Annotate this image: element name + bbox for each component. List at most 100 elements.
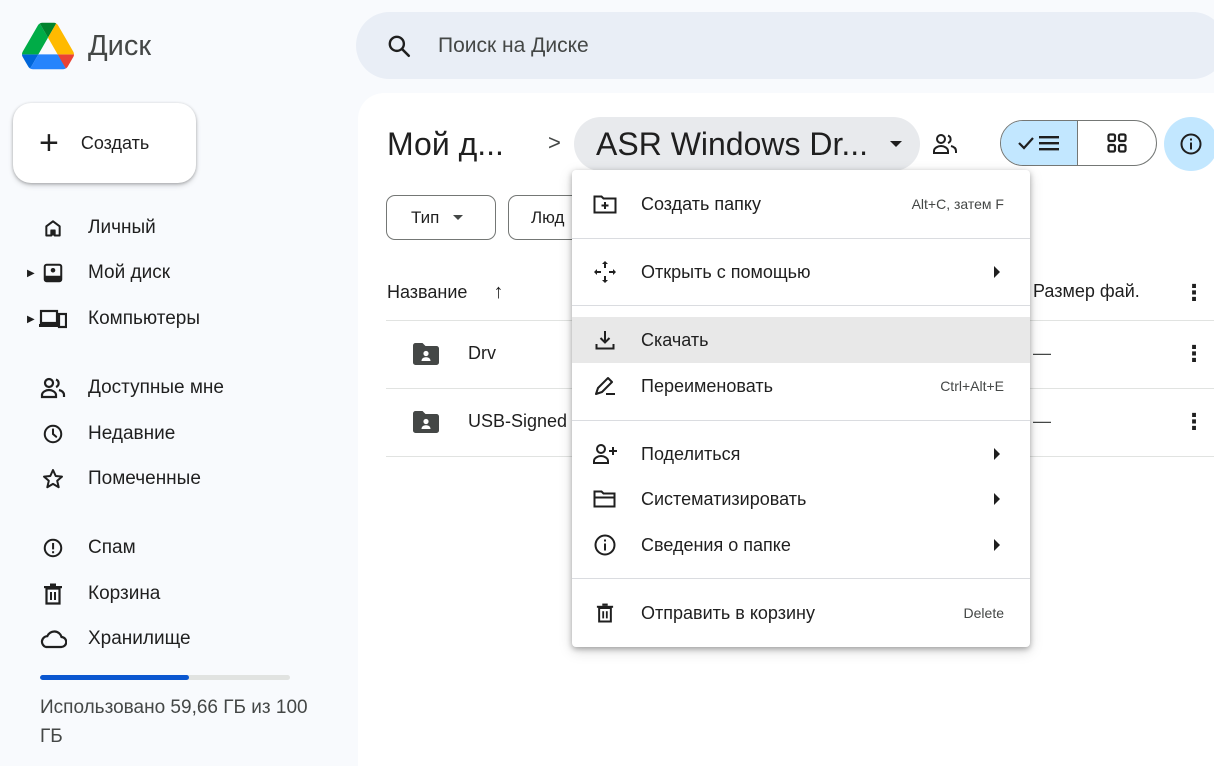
menu-divider (572, 578, 1030, 579)
current-folder-name: ASR Windows Dr... (596, 125, 869, 162)
sort-arrow-up-icon[interactable]: ↑ (493, 281, 503, 304)
menu-item-shortcut: Delete (963, 605, 1004, 621)
sidebar-item-personal[interactable]: Личный (0, 208, 350, 248)
dropdown-arrow-icon (453, 215, 464, 220)
create-button[interactable]: + Создать (13, 103, 196, 183)
filter-type-label: Тип (411, 207, 440, 227)
grid-view-button[interactable] (1078, 121, 1156, 165)
star-icon (39, 465, 67, 493)
sidebar-item-label: Мой диск (88, 262, 171, 283)
menu-item-organize[interactable]: Систематизировать (572, 476, 1030, 522)
search-icon[interactable] (386, 33, 412, 59)
sidebar-item-computers[interactable]: ▶ Компьютеры (0, 299, 350, 339)
row-more-icon[interactable]: ⋮ (1183, 341, 1205, 367)
shared-folder-file-icon (413, 411, 439, 433)
cloud-icon (39, 625, 67, 653)
file-size: — (1033, 411, 1051, 431)
sidebar-item-label: Недавние (88, 423, 176, 444)
spam-icon (39, 534, 67, 562)
brand-name: Диск (88, 29, 152, 62)
menu-item-shortcut: Alt+C, затем F (911, 196, 1004, 212)
file-name: USB-Signed (468, 411, 568, 431)
column-header-name-label: Название (387, 282, 468, 302)
menu-item-shortcut: Ctrl+Alt+E (940, 378, 1004, 394)
sidebar-item-label: Корзина (88, 583, 161, 604)
file-name: Drv (468, 343, 496, 363)
trash-icon (39, 580, 67, 608)
breadcrumb-separator: > (548, 130, 561, 155)
sidebar-item-storage[interactable]: Хранилище (0, 619, 350, 659)
details-button[interactable] (1164, 117, 1214, 171)
shared-folder-icon[interactable] (932, 132, 958, 156)
menu-item-label: Скачать (641, 329, 709, 350)
column-header-name[interactable]: Название ↑ (387, 281, 503, 304)
storage-bar-fill (40, 675, 190, 680)
sidebar-item-starred[interactable]: Помеченные (0, 459, 350, 499)
grid-icon (1107, 133, 1127, 153)
view-toggle (1000, 120, 1157, 166)
menu-divider (572, 238, 1030, 239)
create-button-label: Создать (80, 132, 150, 153)
organize-folder-icon (592, 486, 618, 512)
drive-logo[interactable]: Диск (22, 22, 151, 70)
shared-folder-file-icon (413, 343, 439, 365)
plus-icon: + (39, 124, 59, 162)
sidebar-item-shared[interactable]: Доступные мне (0, 368, 350, 408)
rename-icon (592, 373, 618, 399)
sidebar-item-trash[interactable]: Корзина (0, 574, 350, 614)
submenu-arrow-icon (994, 448, 1000, 460)
sidebar-item-label: Личный (88, 217, 156, 238)
list-view-button[interactable] (1001, 121, 1079, 165)
expand-caret-icon[interactable]: ▶ (27, 268, 35, 279)
menu-item-label: Сведения о папке (641, 534, 791, 555)
sidebar-item-recent[interactable]: Недавние (0, 414, 350, 454)
download-icon (592, 327, 618, 353)
column-more-icon[interactable]: ⋮ (1183, 280, 1205, 306)
sidebar-item-label: Доступные мне (88, 377, 224, 398)
share-person-icon (592, 441, 618, 467)
menu-item-share[interactable]: Поделиться (572, 431, 1030, 477)
sidebar-item-my-drive[interactable]: ▶ Мой диск (0, 253, 350, 293)
storage-bar (40, 675, 290, 680)
menu-item-move-to-trash[interactable]: Отправить в корзину Delete (572, 590, 1030, 636)
search-bar[interactable]: Поиск на Диске (356, 12, 1214, 79)
search-input[interactable]: Поиск на Диске (438, 34, 589, 58)
storage-usage-text: Использовано 59,66 ГБ из 100 ГБ (40, 697, 308, 747)
dropdown-arrow-icon (890, 141, 903, 147)
my-drive-icon (39, 259, 67, 287)
info-icon (592, 532, 618, 558)
drive-logo-icon (22, 22, 74, 70)
expand-caret-icon[interactable]: ▶ (27, 314, 35, 325)
submenu-arrow-icon (994, 539, 1000, 551)
row-more-icon[interactable]: ⋮ (1183, 409, 1205, 435)
sidebar-item-label: Помеченные (88, 468, 201, 489)
menu-item-label: Создать папку (641, 193, 761, 214)
menu-divider (572, 420, 1030, 421)
menu-item-rename[interactable]: Переименовать Ctrl+Alt+E (572, 363, 1030, 409)
menu-item-folder-info[interactable]: Сведения о папке (572, 522, 1030, 568)
new-folder-icon (592, 191, 618, 217)
sidebar-item-spam[interactable]: Спам (0, 528, 350, 568)
column-header-size[interactable]: Размер фай. (1033, 281, 1140, 302)
filter-type-chip[interactable]: Тип (386, 195, 496, 240)
sidebar-item-label: Спам (88, 537, 136, 558)
menu-item-label: Систематизировать (641, 488, 807, 509)
menu-item-new-folder[interactable]: Создать папку Alt+C, затем F (572, 181, 1030, 227)
shared-people-icon (39, 374, 67, 402)
open-with-icon (592, 259, 618, 285)
menu-item-download[interactable]: Скачать (572, 317, 1030, 363)
file-size: — (1033, 343, 1051, 363)
menu-item-label: Переименовать (641, 375, 773, 396)
breadcrumb-current-folder[interactable]: ASR Windows Dr... (574, 117, 920, 171)
clock-icon (39, 420, 67, 448)
computers-icon (39, 305, 67, 333)
submenu-arrow-icon (994, 493, 1000, 505)
sidebar-item-label: Компьютеры (88, 308, 200, 329)
home-icon (39, 214, 67, 242)
menu-item-open-with[interactable]: Открыть с помощью (572, 249, 1030, 295)
breadcrumb-my-drive[interactable]: Мой д... (387, 126, 504, 163)
check-list-icon (1018, 136, 1059, 151)
submenu-arrow-icon (994, 266, 1000, 278)
filter-people-label: Люд (531, 207, 565, 227)
sidebar-item-label: Хранилище (88, 628, 191, 649)
